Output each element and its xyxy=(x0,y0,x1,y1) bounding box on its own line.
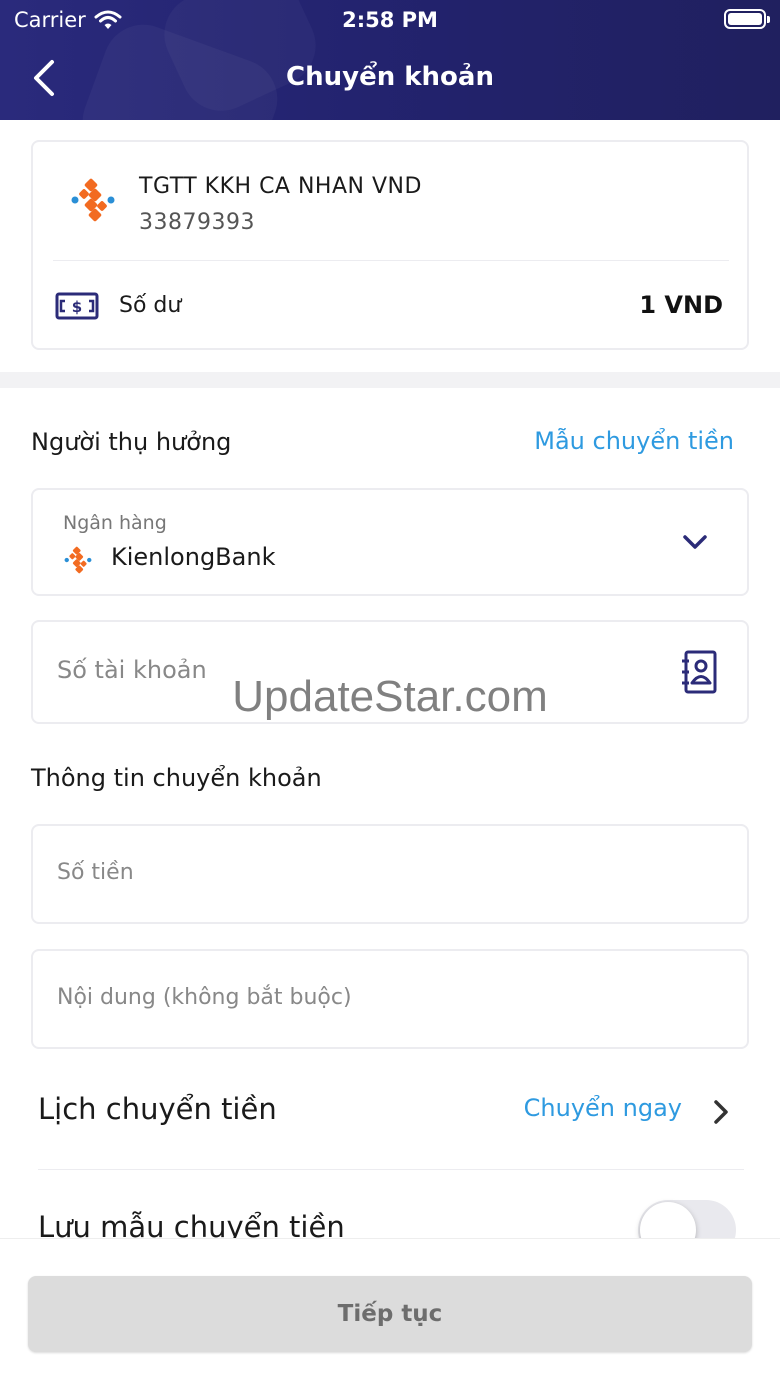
balance-value: 1 VND xyxy=(639,291,723,319)
source-account-card[interactable]: TGTT KKH CA NHAN VND 33879393 $ Số dư 1 … xyxy=(31,140,749,350)
account-number-field[interactable]: Số tài khoản xyxy=(31,620,749,724)
bank-name: KienlongBank xyxy=(111,543,276,571)
schedule-label: Lịch chuyển tiền xyxy=(38,1092,277,1126)
continue-button[interactable]: Tiếp tục xyxy=(28,1276,752,1352)
beneficiary-section-title: Người thụ hưởng xyxy=(31,428,232,456)
account-name: TGTT KKH CA NHAN VND xyxy=(139,174,422,199)
account-number: 33879393 xyxy=(139,210,255,235)
account-number-placeholder: Số tài khoản xyxy=(57,656,207,684)
contact-book-icon[interactable] xyxy=(681,650,717,694)
content-placeholder: Nội dung (không bắt buộc) xyxy=(57,985,352,1010)
bank-select[interactable]: Ngân hàng KienlongBank xyxy=(31,488,749,596)
kienlongbank-logo-icon xyxy=(64,546,92,574)
kienlongbank-logo-icon xyxy=(71,178,115,222)
money-icon: $ xyxy=(55,292,99,320)
header-bar: Carrier 2:58 PM Chuyển khoản xyxy=(0,0,780,120)
amount-field[interactable]: Số tiền xyxy=(31,824,749,924)
chevron-down-icon[interactable] xyxy=(681,532,709,552)
svg-text:$: $ xyxy=(72,298,82,316)
page-title: Chuyển khoản xyxy=(286,62,494,92)
status-bar: Carrier 2:58 PM xyxy=(0,0,780,40)
transfer-template-link[interactable]: Mẫu chuyển tiền xyxy=(534,427,734,455)
battery-icon xyxy=(724,9,770,29)
divider xyxy=(53,260,729,261)
section-separator xyxy=(0,372,780,388)
chevron-right-icon xyxy=(714,1100,728,1124)
transfer-info-section-title: Thông tin chuyển khoản xyxy=(31,764,322,792)
status-time: 2:58 PM xyxy=(342,8,438,32)
bank-caption: Ngân hàng xyxy=(63,512,167,534)
transfer-schedule-row[interactable]: Lịch chuyển tiền Chuyển ngay xyxy=(0,1078,780,1144)
balance-label: Số dư xyxy=(119,293,182,318)
amount-placeholder: Số tiền xyxy=(57,860,134,885)
content-field[interactable]: Nội dung (không bắt buộc) xyxy=(31,949,749,1049)
schedule-value: Chuyển ngay xyxy=(523,1094,682,1122)
divider xyxy=(38,1169,744,1170)
